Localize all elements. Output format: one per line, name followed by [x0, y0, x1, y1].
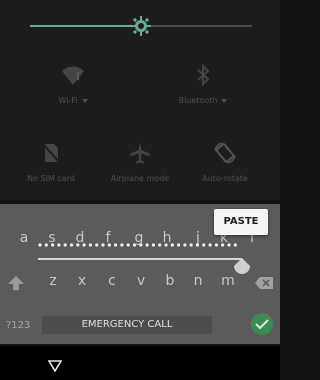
key-z[interactable]: z: [43, 273, 63, 289]
no-sim-icon: [41, 142, 61, 164]
password-dot: [145, 243, 149, 247]
tile-bluetooth-label: Bluetooth: [179, 96, 228, 105]
password-dot: [195, 243, 200, 247]
password-dot: [88, 243, 92, 247]
password-dot: [170, 243, 174, 247]
airplane-icon: [130, 142, 150, 164]
password-dot: [158, 243, 162, 247]
key-c[interactable]: c: [102, 273, 122, 289]
password-dots: [38, 243, 237, 247]
back-triangle-icon[interactable]: [48, 360, 62, 372]
text-cursor-line: [38, 258, 242, 260]
password-dot: [202, 243, 206, 247]
backspace-icon[interactable]: [254, 276, 274, 290]
password-dot: [82, 243, 86, 247]
password-dot: [95, 243, 99, 247]
password-dot: [227, 243, 231, 247]
tile-bluetooth[interactable]: Bluetooth: [158, 62, 248, 105]
brightness-slider-fill: [30, 25, 141, 27]
symbols-key[interactable]: ?123: [6, 320, 30, 331]
password-dot: [183, 243, 187, 247]
tile-wifi[interactable]: Wi-Fi: [28, 62, 118, 105]
password-dot: [214, 243, 218, 247]
brightness-icon[interactable]: [131, 16, 151, 36]
password-dot: [51, 243, 55, 247]
password-dot: [151, 243, 155, 247]
key-x[interactable]: x: [72, 273, 92, 289]
password-dot: [221, 243, 225, 247]
password-dot: [114, 243, 118, 247]
password-dot: [189, 243, 193, 247]
password-dot: [132, 243, 137, 247]
chevron-down-icon: [81, 98, 88, 103]
password-dot: [44, 243, 48, 247]
tile-airplane[interactable]: Airplane mode: [95, 140, 185, 183]
password-dot: [76, 243, 80, 247]
cursor-handle-icon[interactable]: [234, 258, 250, 274]
wifi-icon: [62, 66, 84, 85]
paste-button[interactable]: PASTE: [214, 209, 268, 235]
tile-auto-rotate-label: Auto-rotate: [202, 174, 248, 183]
key-v[interactable]: v: [131, 273, 151, 289]
password-dot: [233, 243, 237, 247]
key-a[interactable]: a: [14, 230, 34, 246]
shift-arrow-icon[interactable]: [6, 274, 26, 292]
checkmark-icon[interactable]: [250, 312, 274, 336]
password-dot: [69, 243, 74, 247]
password-dot: [63, 243, 67, 247]
auto-rotate-icon: [214, 142, 236, 164]
password-dot: [38, 243, 42, 247]
password-dot: [164, 243, 168, 247]
password-dot: [208, 243, 212, 247]
bluetooth-icon: [197, 63, 210, 87]
key-n[interactable]: n: [188, 273, 208, 289]
password-dot: [101, 243, 105, 247]
password-dot: [57, 243, 61, 247]
password-dot: [126, 243, 130, 247]
key-b[interactable]: b: [160, 273, 180, 289]
password-dot: [107, 243, 111, 247]
key-m[interactable]: m: [218, 273, 238, 289]
tile-airplane-label: Airplane mode: [110, 174, 170, 183]
password-dot: [120, 243, 124, 247]
tile-wifi-label: Wi-Fi: [58, 96, 88, 105]
emergency-call-button[interactable]: EMERGENCY CALL: [42, 316, 212, 334]
password-dot: [139, 243, 143, 247]
tile-no-sim[interactable]: No SIM card: [12, 140, 90, 183]
password-dot: [177, 243, 181, 247]
chevron-down-icon: [221, 98, 228, 103]
navigation-bar: [0, 346, 280, 380]
quick-settings-panel: Wi-Fi Bluetooth No SIM card Airplane mod…: [0, 0, 280, 200]
tile-no-sim-label: No SIM card: [27, 174, 75, 183]
tile-auto-rotate[interactable]: Auto-rotate: [180, 140, 270, 183]
